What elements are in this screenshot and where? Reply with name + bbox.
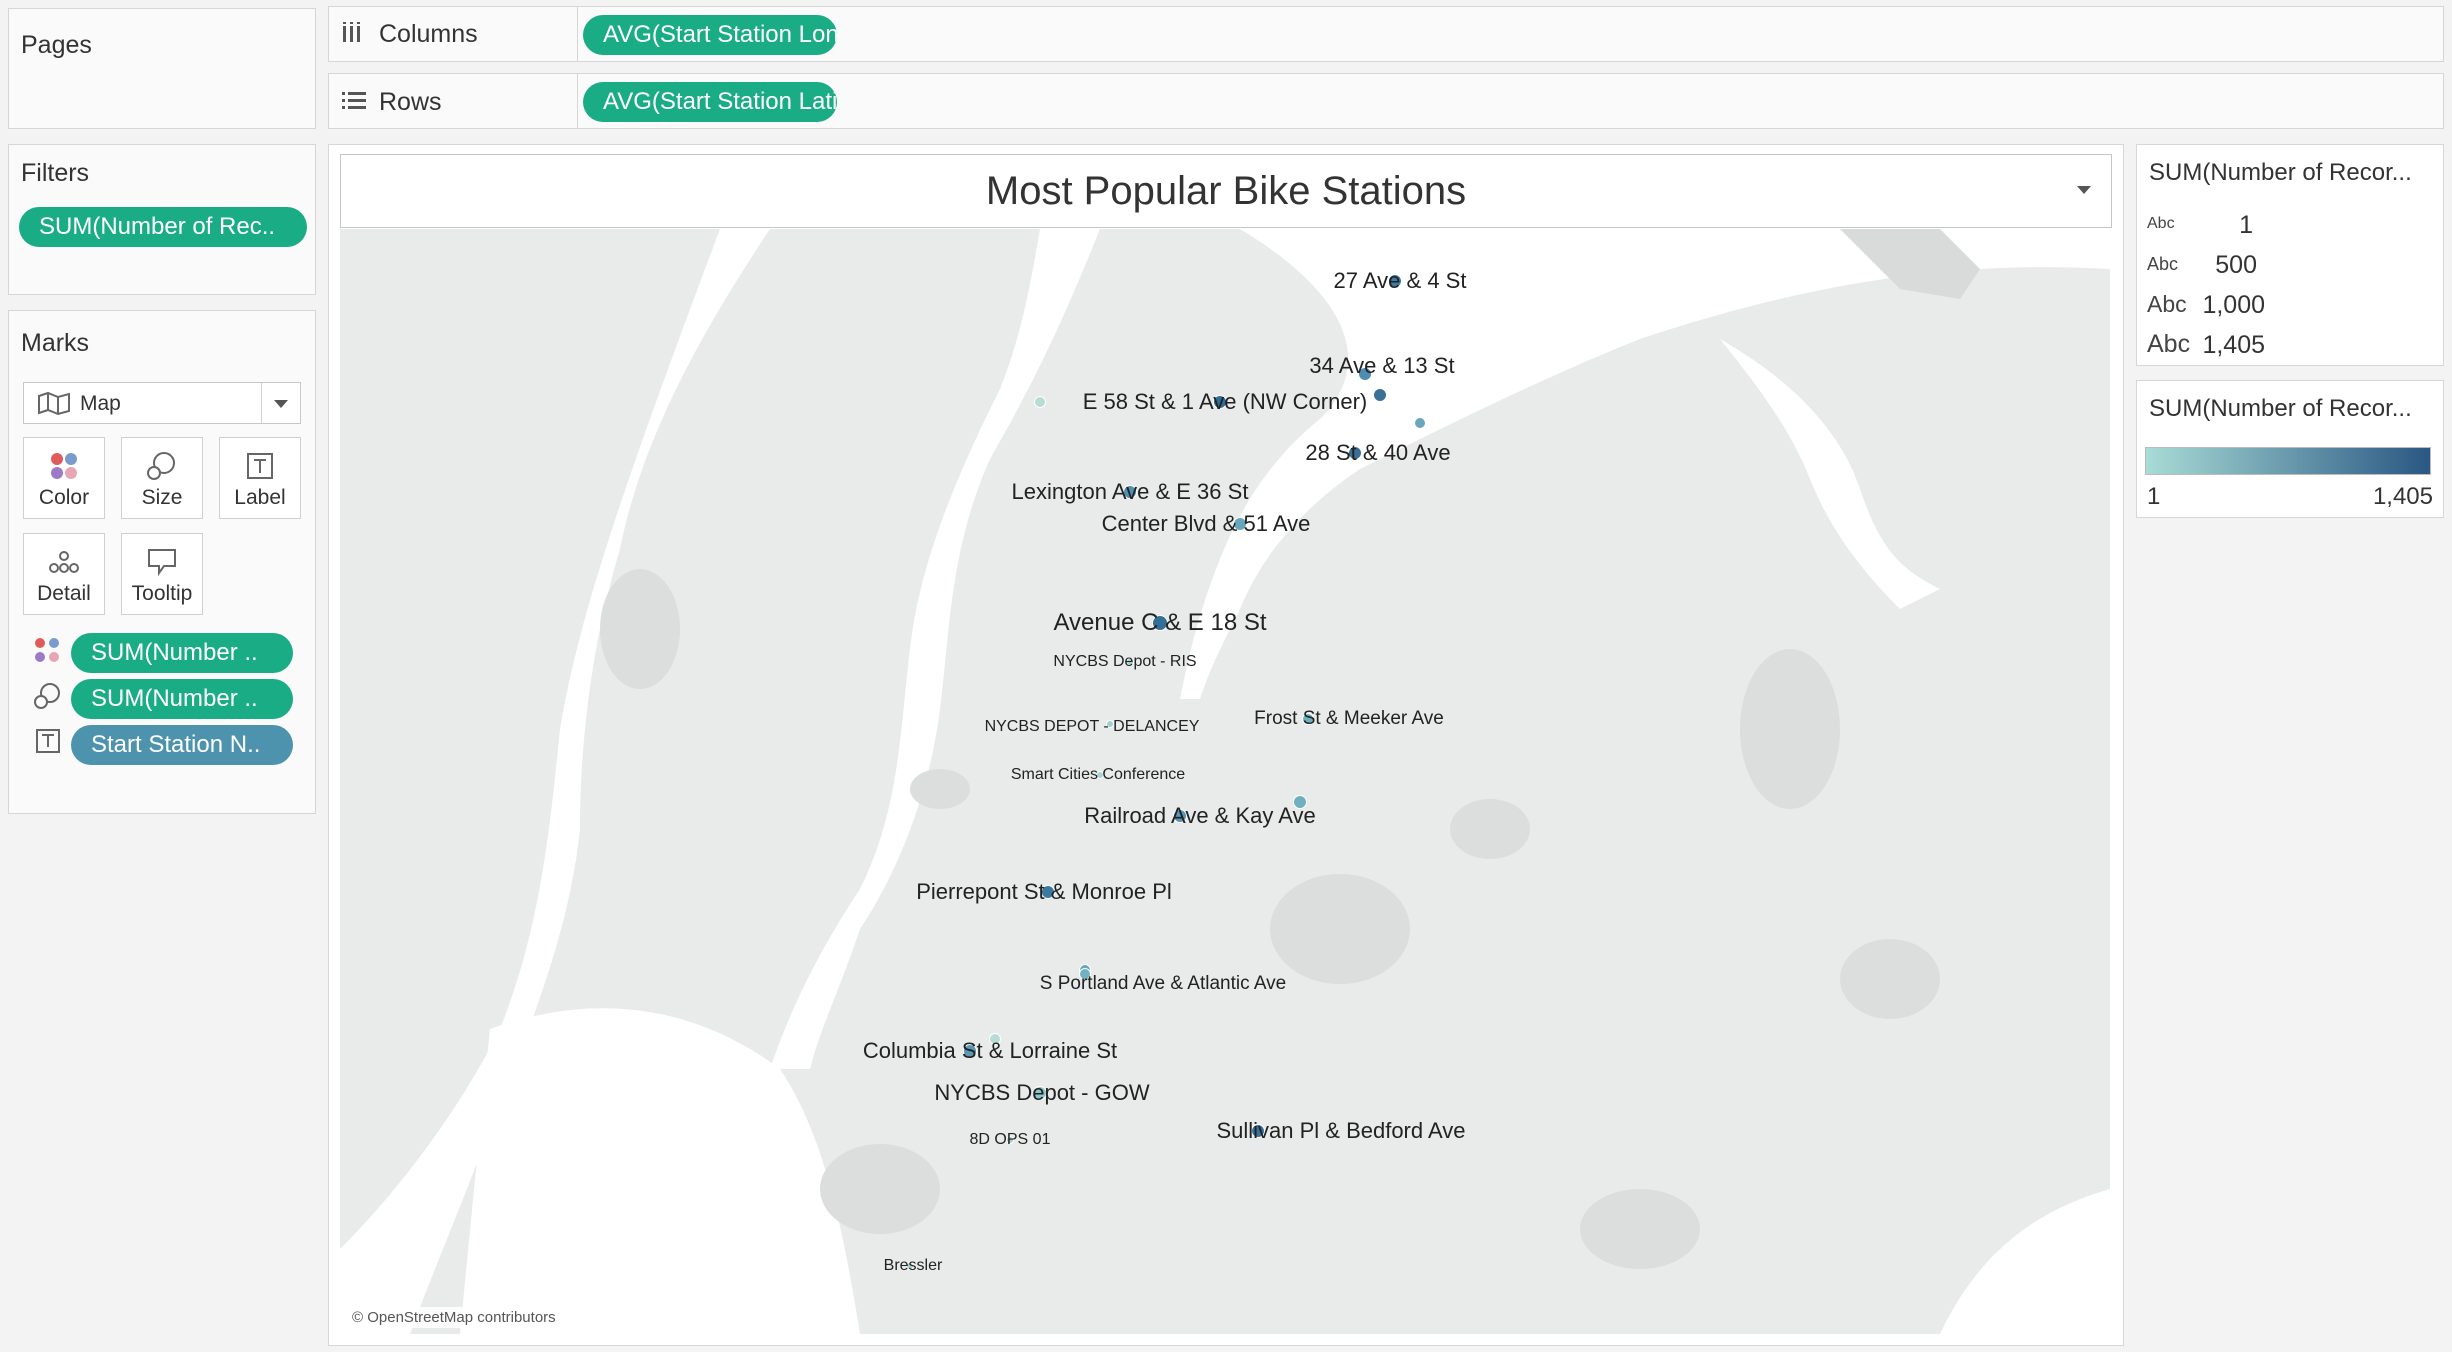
rows-pill[interactable]: AVG(Start Station Lati..: [583, 82, 837, 122]
detail-icon: [24, 542, 104, 582]
text-label-icon: [220, 446, 300, 486]
size-legend-value: 500: [2215, 251, 2257, 279]
pages-card: Pages: [8, 8, 316, 129]
color-ramp: [2145, 447, 2431, 475]
size-legend-value: 1,405: [2202, 331, 2265, 359]
size-legend-value: 1,000: [2202, 291, 2265, 319]
station-label: Smart Cities Conference: [1010, 766, 1186, 783]
label-encoding-pill[interactable]: Start Station N..: [71, 725, 293, 765]
station-label: Center Blvd & 51 Ave: [1101, 511, 1311, 536]
detail-label: Detail: [37, 582, 91, 605]
station-label: Lexington Ave & E 36 St: [1011, 479, 1249, 504]
color-legend-min: 1: [2147, 483, 2161, 510]
rows-label: Rows: [379, 88, 442, 116]
size-legend-item: Abc 1,405: [2137, 325, 2437, 365]
abc-glyph: Abc: [2147, 254, 2179, 274]
columns-pill[interactable]: AVG(Start Station Lon..: [583, 15, 837, 55]
station-label: 8D OPS 01: [969, 1131, 1051, 1148]
columns-shelf[interactable]: Columns AVG(Start Station Lon..: [328, 6, 2444, 62]
color-legend[interactable]: SUM(Number of Recor... 1 1,405: [2136, 380, 2444, 518]
station-label: 28 St & 40 Ave: [1305, 440, 1451, 465]
station-label: NYCBS DEPOT - DELANCEY: [984, 718, 1200, 735]
station-label: Columbia St & Lorraine St: [862, 1038, 1118, 1063]
abc-glyph: Abc: [2147, 330, 2191, 358]
color-legend-title: SUM(Number of Recor...: [2149, 395, 2412, 422]
abc-glyph: Abc: [2147, 291, 2187, 317]
station-mark[interactable]: [1373, 388, 1387, 402]
mark-type-label: Map: [80, 392, 121, 415]
marks-card: Marks Map Color Size Label Detail Toolti…: [8, 310, 316, 814]
station-label: NYCBS Depot - GOW: [934, 1080, 1150, 1105]
size-encoding-icon: [33, 682, 63, 715]
filters-title: Filters: [21, 159, 90, 187]
station-label: S Portland Ave & Atlantic Ave: [1039, 973, 1287, 994]
size-legend-title: SUM(Number of Recor...: [2149, 159, 2412, 186]
rows-icon: [341, 90, 367, 117]
pages-title: Pages: [21, 31, 92, 59]
size-legend-item: Abc 1,000: [2137, 285, 2437, 325]
columns-icon: [341, 21, 363, 50]
color-label: Color: [38, 486, 90, 509]
view-title: Most Popular Bike Stations: [985, 169, 1467, 213]
marks-title: Marks: [21, 329, 90, 357]
columns-label: Columns: [379, 20, 478, 48]
station-label: NYCBS Depot - RIS: [1053, 653, 1197, 670]
color-encoding-pill[interactable]: SUM(Number ..: [71, 633, 293, 673]
size-encoding-pill[interactable]: SUM(Number ..: [71, 679, 293, 719]
station-label: E 58 St & 1 Ave (NW Corner): [1082, 389, 1368, 414]
view-title-box[interactable]: Most Popular Bike Stations: [340, 154, 2112, 228]
color-encoding-icon: [33, 636, 61, 669]
station-label: Pierrepont St & Monroe Pl: [916, 879, 1172, 904]
color-button[interactable]: Color: [23, 437, 105, 519]
size-icon: [122, 446, 202, 486]
map-icon: [36, 390, 72, 421]
color-legend-max: 1,405: [2372, 483, 2433, 510]
tooltip-button[interactable]: Tooltip: [121, 533, 203, 615]
map-marks-layer: 27 Ave & 4 St 34 Ave & 13 St E 58 St & 1 A…: [340, 229, 2110, 1334]
station-label: Avenue C & E 18 St: [1053, 609, 1267, 636]
size-legend-item: Abc 500: [2137, 245, 2437, 285]
map-attribution: © OpenStreetMap contributors: [346, 1307, 562, 1328]
label-label: Label: [234, 486, 286, 509]
station-label: Bressler: [883, 1257, 943, 1274]
station-label: Sullivan Pl & Bedford Ave: [1216, 1118, 1466, 1143]
size-button[interactable]: Size: [121, 437, 203, 519]
filters-card: Filters SUM(Number of Rec..: [8, 144, 316, 295]
size-legend-value: 1: [2239, 211, 2253, 239]
tooltip-label: Tooltip: [131, 582, 193, 605]
filter-pill[interactable]: SUM(Number of Rec..: [19, 207, 307, 247]
title-dropdown-icon[interactable]: [2075, 183, 2093, 202]
station-mark[interactable]: [1034, 396, 1046, 408]
mark-type-select[interactable]: Map: [23, 382, 301, 424]
color-icon: [24, 446, 104, 486]
map-view[interactable]: 27 Ave & 4 St 34 Ave & 13 St E 58 St & 1 A…: [340, 229, 2110, 1334]
label-button[interactable]: Label: [219, 437, 301, 519]
rows-shelf[interactable]: Rows AVG(Start Station Lati..: [328, 73, 2444, 129]
size-legend-item: Abc 1: [2137, 205, 2437, 245]
station-label: Railroad Ave & Kay Ave: [1084, 803, 1316, 828]
detail-button[interactable]: Detail: [23, 533, 105, 615]
size-label: Size: [141, 486, 183, 509]
tooltip-icon: [122, 542, 202, 582]
station-label: 27 Ave & 4 St: [1333, 268, 1467, 293]
label-encoding-icon: [35, 728, 61, 759]
chevron-down-icon: [272, 392, 290, 419]
size-legend[interactable]: SUM(Number of Recor... Abc 1 Abc 500 Abc…: [2136, 144, 2444, 366]
station-mark[interactable]: [1414, 417, 1426, 429]
abc-glyph: Abc: [2147, 215, 2175, 232]
station-label: Frost St & Meeker Ave: [1254, 708, 1444, 729]
station-label: 34 Ave & 13 St: [1309, 353, 1455, 378]
